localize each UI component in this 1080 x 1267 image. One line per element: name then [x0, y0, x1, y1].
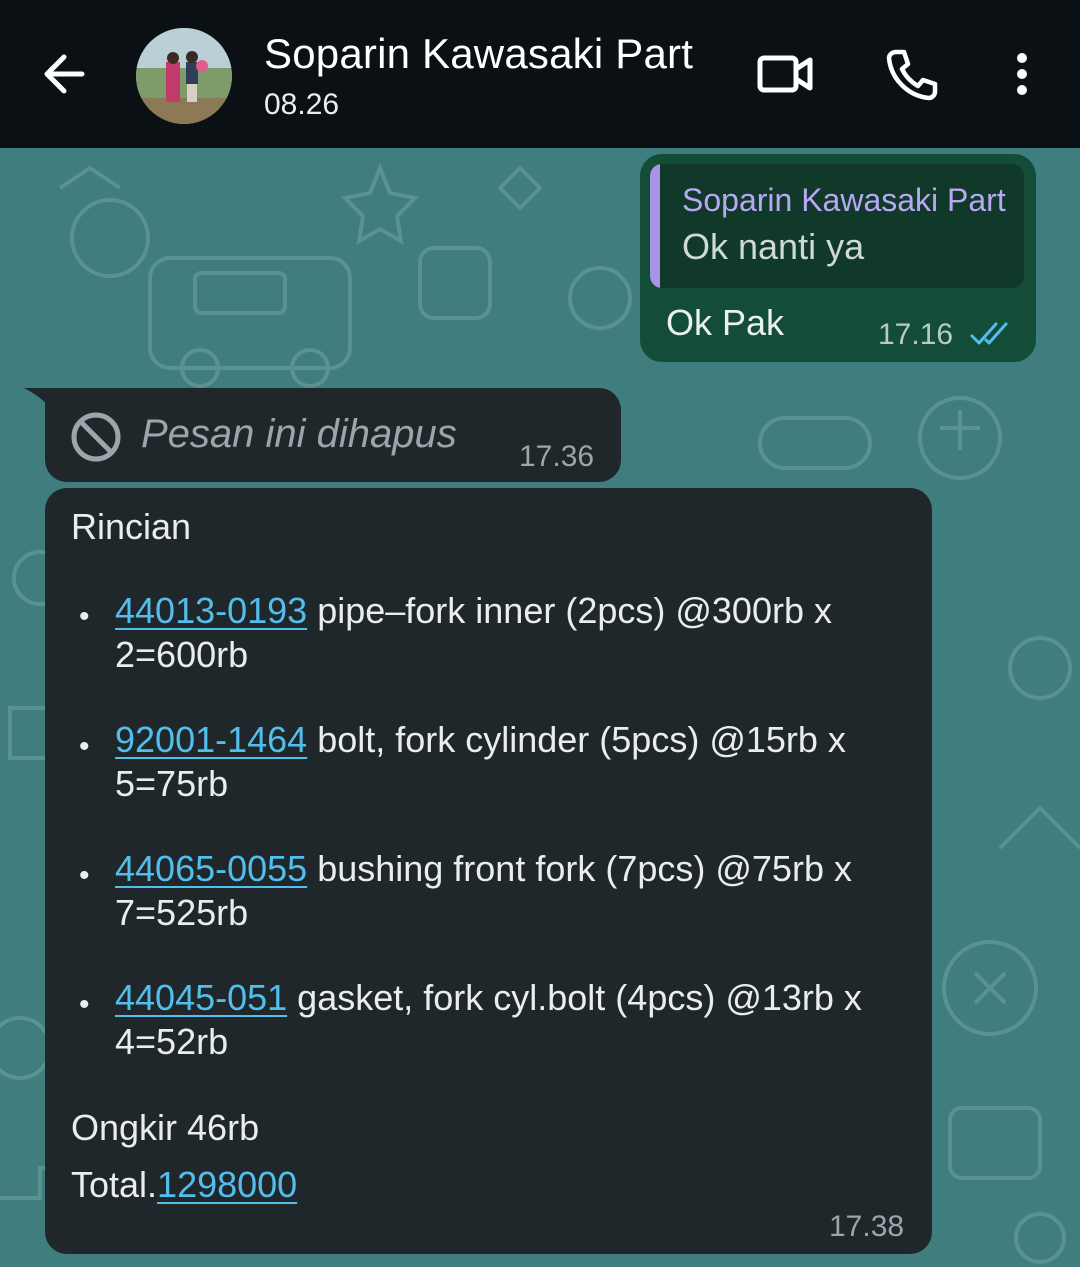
bullet: •: [79, 859, 90, 892]
quote-accent-bar: [650, 164, 660, 288]
item-continuation: 4=52rb: [115, 1021, 229, 1062]
item-text: gasket, fork cyl.bolt (4pcs) @13rb x: [287, 977, 862, 1018]
total-label: Total.: [71, 1164, 158, 1205]
avatar[interactable]: [136, 28, 232, 124]
message-text: Ok Pak: [666, 302, 785, 343]
list-item: 44013-0193 pipe–fork inner (2pcs) @300rb…: [115, 590, 832, 632]
read-receipt-icon: [970, 322, 1008, 345]
phone-icon[interactable]: [882, 44, 942, 104]
item-text: bolt, fork cylinder (5pcs) @15rb x: [307, 719, 846, 760]
more-vert-icon[interactable]: [992, 44, 1052, 104]
incoming-message[interactable]: Rincian • 44013-0193 pipe–fork inner (2p…: [45, 488, 932, 1254]
shipping-cost: Ongkir 46rb: [71, 1107, 260, 1148]
chat-header: Soparin Kawasaki Part 08.26: [0, 0, 1080, 148]
quoted-message[interactable]: Soparin Kawasaki Part Ok nanti ya: [650, 164, 1024, 288]
item-text: bushing front fork (7pcs) @75rb x: [307, 848, 852, 889]
item-continuation: 7=525rb: [115, 892, 249, 933]
list-item: 92001-1464 bolt, fork cylinder (5pcs) @1…: [115, 719, 846, 761]
outgoing-message[interactable]: Soparin Kawasaki Part Ok nanti ya Ok Pak…: [640, 154, 1036, 362]
last-seen-status: 08.26: [264, 88, 340, 121]
part-number-link[interactable]: 44065-0055: [115, 848, 307, 889]
deleted-message-text: Pesan ini dihapus: [141, 412, 457, 456]
item-continuation: 2=600rb: [115, 634, 249, 675]
back-arrow-icon[interactable]: [36, 46, 92, 102]
bullet: •: [79, 988, 90, 1021]
quoted-text: Ok nanti ya: [682, 226, 865, 267]
quoted-sender: Soparin Kawasaki Part: [682, 182, 1006, 218]
contact-name[interactable]: Soparin Kawasaki Part: [264, 30, 693, 78]
deleted-message[interactable]: Pesan ini dihapus 17.36: [45, 388, 621, 482]
list-item: 44065-0055 bushing front fork (7pcs) @75…: [115, 848, 852, 890]
item-continuation: 5=75rb: [115, 763, 229, 804]
part-number-link[interactable]: 44045-051: [115, 977, 287, 1018]
bullet: •: [79, 600, 90, 633]
bullet: •: [79, 730, 90, 763]
item-text: pipe–fork inner (2pcs) @300rb x: [307, 590, 832, 631]
chat-area[interactable]: Soparin Kawasaki Part Ok nanti ya Ok Pak…: [0, 148, 1080, 1267]
video-call-icon[interactable]: [756, 44, 816, 104]
blocked-icon: [71, 412, 121, 462]
message-time: 17.38: [829, 1210, 905, 1243]
message-time: 17.16: [878, 318, 954, 351]
total-value-link[interactable]: 1298000: [157, 1164, 297, 1205]
message-heading: Rincian: [71, 506, 192, 547]
part-number-link[interactable]: 92001-1464: [115, 719, 307, 760]
list-item: 44045-051 gasket, fork cyl.bolt (4pcs) @…: [115, 977, 862, 1019]
message-time: 17.36: [519, 440, 595, 473]
total-line: Total.1298000: [71, 1164, 297, 1206]
part-number-link[interactable]: 44013-0193: [115, 590, 307, 631]
